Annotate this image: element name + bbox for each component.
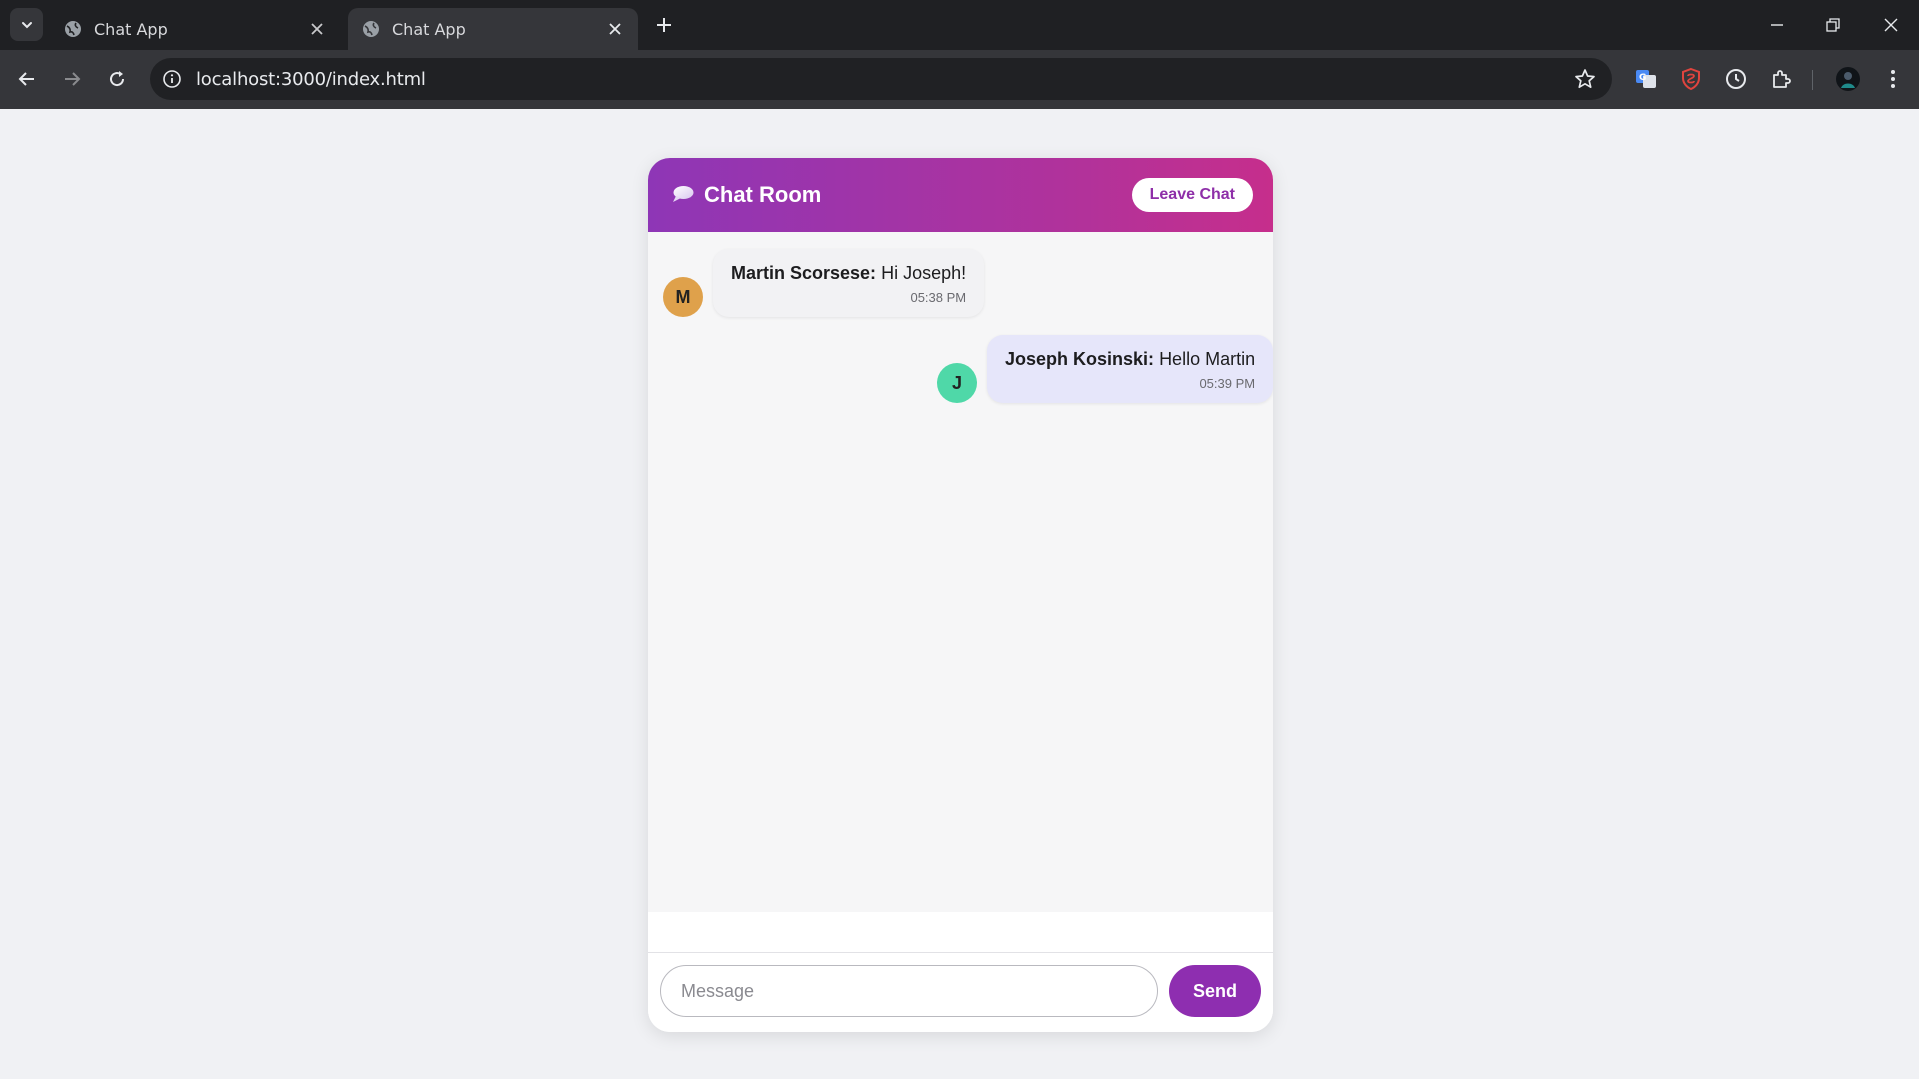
forward-button[interactable] (57, 64, 87, 94)
bookmark-star-icon[interactable] (1574, 68, 1596, 90)
tab-search-button[interactable] (10, 8, 43, 41)
reload-button[interactable] (102, 64, 132, 94)
reload-icon (110, 71, 125, 87)
back-button[interactable] (12, 64, 42, 94)
message-sender: Joseph Kosinski: (1005, 349, 1155, 369)
tab-title: Chat App (94, 19, 168, 39)
message-sender: Martin Scorsese: (731, 263, 877, 283)
chevron-down-icon (21, 21, 32, 28)
chat-header: Chat Room Leave Chat (648, 158, 1273, 232)
tab-title: Chat App (392, 19, 466, 39)
chat-window: Chat Room Leave Chat M Martin Scorsese: … (648, 158, 1273, 1032)
restore-icon (1826, 18, 1840, 32)
avatar: J (937, 363, 977, 403)
arrow-left-icon (18, 72, 34, 86)
message-composer: Send (648, 952, 1273, 1032)
close-icon (1884, 18, 1898, 32)
extensions-puzzle-icon[interactable] (1766, 64, 1796, 94)
chat-room-title: Chat Room (704, 182, 822, 207)
message-timestamp: 05:38 PM (910, 290, 967, 305)
close-tab-icon[interactable] (306, 18, 328, 40)
message-list[interactable]: M Martin Scorsese: Hi Joseph! 05:38 PM J… (648, 232, 1273, 912)
message-input[interactable] (660, 965, 1158, 1017)
svg-text:G: G (1639, 73, 1646, 83)
message-item: J Joseph Kosinski: Hello Martin 05:39 PM (937, 335, 1273, 403)
address-bar[interactable]: localhost:3000/index.html (150, 58, 1612, 100)
minimize-icon (1771, 24, 1783, 26)
restore-button[interactable] (1818, 10, 1848, 40)
new-tab-button[interactable] (652, 12, 676, 38)
leave-chat-button[interactable]: Leave Chat (1131, 178, 1253, 212)
message-text: Hi Joseph! (881, 263, 967, 283)
globe-icon (64, 20, 82, 38)
close-tab-icon[interactable] (604, 18, 626, 40)
browser-tab-1[interactable]: Chat App (50, 8, 340, 50)
browser-menu-icon[interactable] (1878, 64, 1908, 94)
history-icon[interactable] (1721, 64, 1751, 94)
browser-tab-2[interactable]: Chat App (348, 8, 638, 50)
profile-avatar[interactable] (1833, 64, 1863, 94)
minimize-button[interactable] (1762, 10, 1792, 40)
shield-extension-icon[interactable] (1676, 64, 1706, 94)
translate-extension-icon[interactable]: G (1631, 64, 1661, 94)
site-info-icon[interactable] (162, 69, 182, 89)
message-item: M Martin Scorsese: Hi Joseph! 05:38 PM (663, 249, 985, 317)
message-bubble: Martin Scorsese: Hi Joseph! 05:38 PM (713, 249, 985, 317)
message-timestamp: 05:39 PM (1199, 376, 1256, 391)
toolbar-divider (1812, 70, 1813, 90)
avatar: M (663, 277, 703, 317)
arrow-right-icon (65, 72, 81, 86)
plus-icon (657, 18, 671, 32)
message-text: Hello Martin (1159, 349, 1256, 369)
speech-bubble-icon (672, 185, 694, 203)
globe-icon (362, 20, 380, 38)
close-window-button[interactable] (1876, 10, 1906, 40)
url-text[interactable]: localhost:3000/index.html (196, 69, 426, 90)
message-bubble: Joseph Kosinski: Hello Martin 05:39 PM (987, 335, 1273, 403)
send-button[interactable]: Send (1169, 965, 1261, 1017)
browser-toolbar: localhost:3000/index.html G (0, 50, 1919, 109)
browser-tab-bar: Chat App Chat App (0, 0, 1919, 50)
